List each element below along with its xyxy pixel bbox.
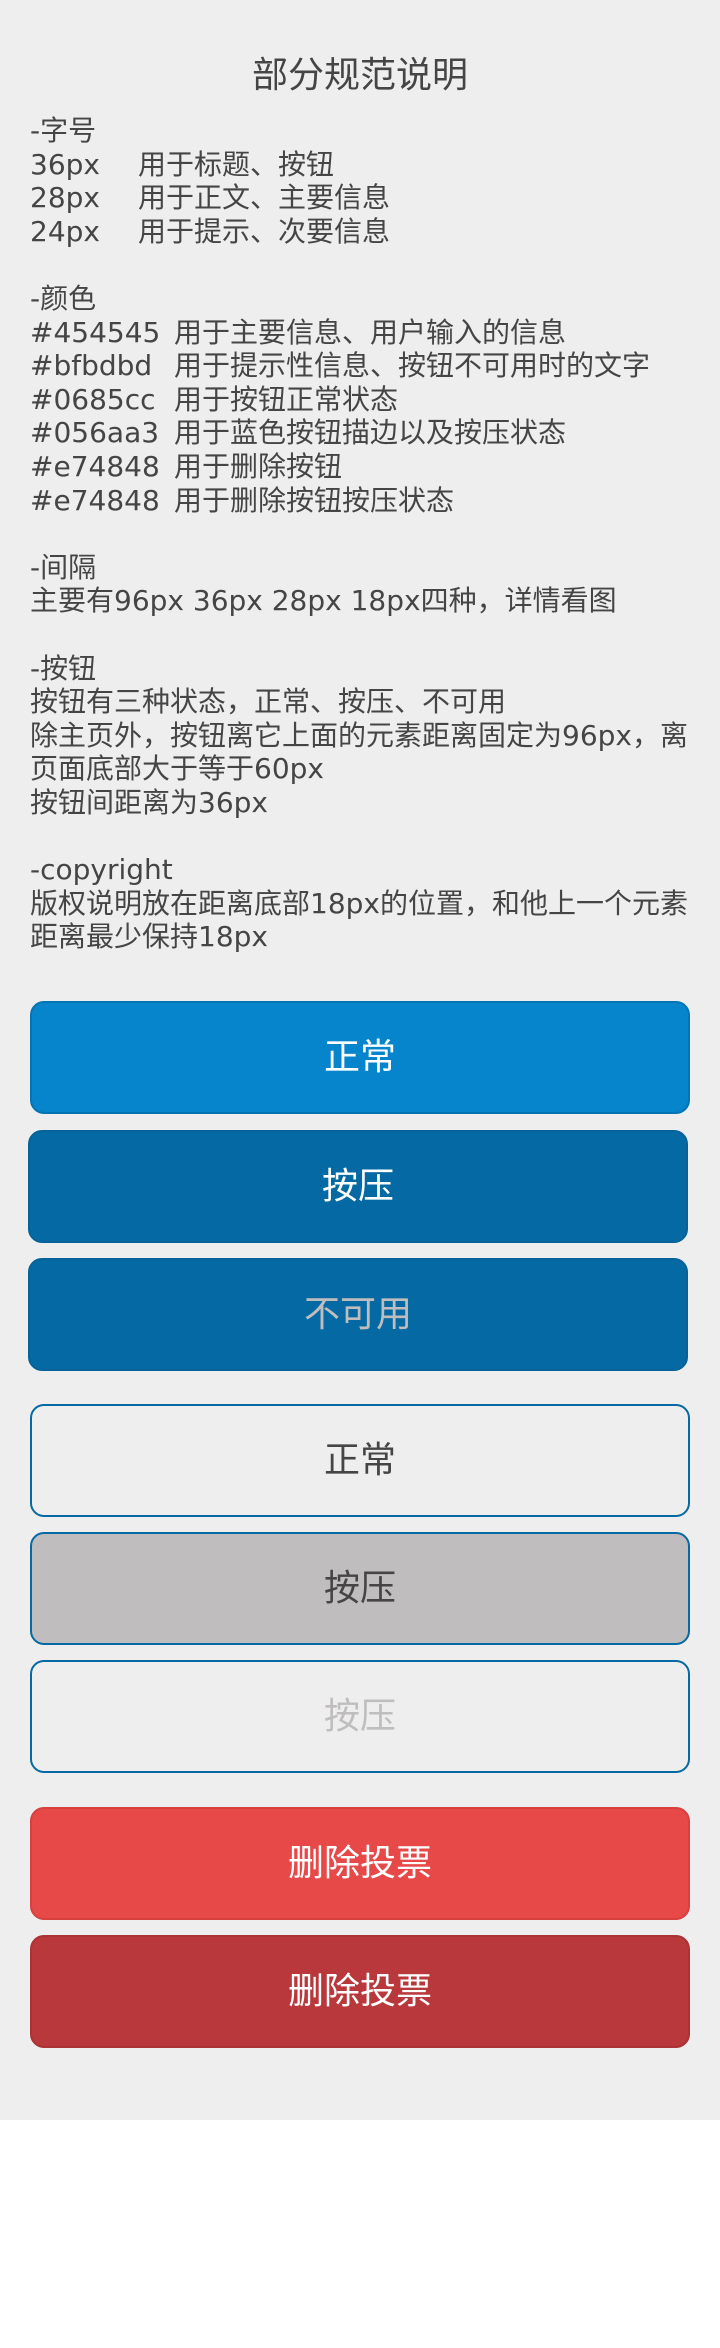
copyright-text: 版权说明放在距离底部18px的位置，和他上一个元素距离最少保持18px xyxy=(30,886,688,954)
color-desc: 用于删除按钮按压状态 xyxy=(174,483,455,517)
color-desc: 用于按钮正常状态 xyxy=(174,382,399,416)
blue-disabled-button[interactable]: 不可用 xyxy=(28,1258,688,1371)
color-heading: -颜色 xyxy=(30,281,97,315)
color-row: #e74848 用于删除按钮 xyxy=(30,450,694,484)
font-size-desc: 用于正文、主要信息 xyxy=(138,181,391,215)
color-row: #0685cc 用于按钮正常状态 xyxy=(30,383,694,417)
button-note: 除主页外，按钮离它上面的元素距离固定为96px，离页面底部大于等于60px xyxy=(30,718,688,786)
color-desc: 用于删除按钮 xyxy=(174,449,343,483)
color-code: #0685cc xyxy=(30,382,156,416)
color-row: #056aa3 用于蓝色按钮描边以及按压状态 xyxy=(30,416,694,450)
color-code: #454545 xyxy=(30,315,161,349)
font-size-row: 24px 用于提示、次要信息 xyxy=(30,215,694,249)
font-size-desc: 用于提示、次要信息 xyxy=(138,214,391,248)
color-desc: 用于主要信息、用户输入的信息 xyxy=(174,315,567,349)
spec-notes: -字号 36px 用于标题、按钮 28px 用于正文、主要信息 24px 用于提示、次… xyxy=(30,114,694,954)
font-size-value: 36px xyxy=(30,147,100,181)
color-row: #454545 用于主要信息、用户输入的信息 xyxy=(30,316,694,350)
color-code: #056aa3 xyxy=(30,416,160,450)
font-size-desc: 用于标题、按钮 xyxy=(138,147,335,181)
color-desc: 用于蓝色按钮描边以及按压状态 xyxy=(174,416,567,450)
color-row: #bfbdbd 用于提示性信息、按钮不可用时的文字 xyxy=(30,349,694,383)
button-heading: -按钮 xyxy=(30,651,97,685)
button-note: 按钮间距离为36px xyxy=(30,785,268,819)
font-size-row: 36px 用于标题、按钮 xyxy=(30,148,694,182)
spacing-text: 主要有96px 36px 28px 18px四种，详情看图 xyxy=(30,584,617,618)
font-size-value: 28px xyxy=(30,181,100,215)
white-disabled-button[interactable]: 按压 xyxy=(30,1660,690,1773)
white-pressed-button[interactable]: 按压 xyxy=(30,1532,690,1645)
delete-vote-pressed-button[interactable]: 删除投票 xyxy=(30,1935,690,2048)
blue-normal-button[interactable]: 正常 xyxy=(30,1001,690,1114)
copyright-heading: -copyright xyxy=(30,853,173,887)
spec-page: 部分规范说明 -字号 36px 用于标题、按钮 28px 用于正文、主要信息 24p… xyxy=(0,0,720,2120)
spacing-heading: -间隔 xyxy=(30,550,97,584)
font-size-value: 24px xyxy=(30,214,100,248)
color-desc: 用于提示性信息、按钮不可用时的文字 xyxy=(174,349,651,383)
color-code: #bfbdbd xyxy=(30,349,153,383)
color-code: #e74848 xyxy=(30,483,160,517)
blue-pressed-button[interactable]: 按压 xyxy=(28,1130,688,1243)
font-size-heading: -字号 xyxy=(30,114,97,147)
white-normal-button[interactable]: 正常 xyxy=(30,1404,690,1517)
button-note: 按钮有三种状态，正常、按压、不可用 xyxy=(30,685,507,719)
color-code: #e74848 xyxy=(30,449,160,483)
color-row: #e74848 用于删除按钮按压状态 xyxy=(30,484,694,518)
page-title: 部分规范说明 xyxy=(251,55,468,96)
font-size-row: 28px 用于正文、主要信息 xyxy=(30,181,694,215)
delete-vote-button[interactable]: 删除投票 xyxy=(30,1807,690,1920)
